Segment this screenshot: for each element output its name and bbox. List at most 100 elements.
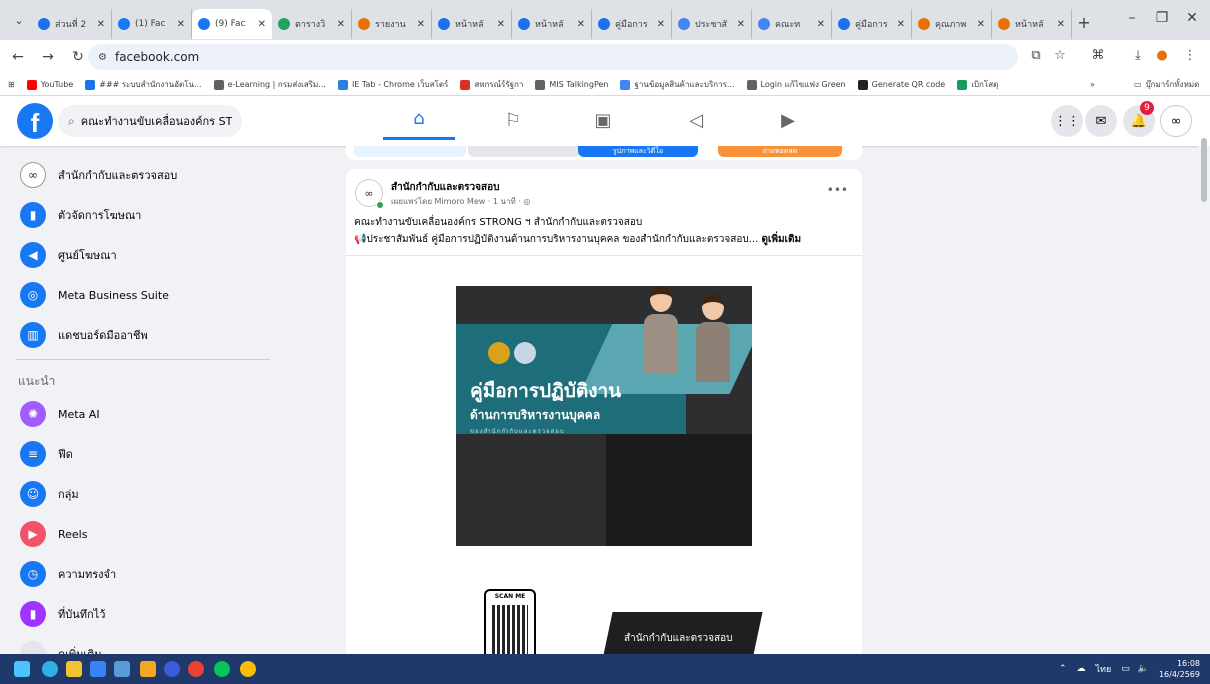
browser-tab[interactable]: หน้าหลั ✕ xyxy=(512,9,592,39)
browser-tab[interactable]: คณะท ✕ xyxy=(752,9,832,39)
post-image[interactable]: คู่มือการปฏิบัติงาน ด้านการบริหารงานบุคค… xyxy=(346,255,862,654)
download-icon[interactable]: ⤓ xyxy=(1128,48,1148,63)
bookmark-star-icon[interactable]: ☆ xyxy=(1050,48,1070,63)
input-language[interactable]: ไทย xyxy=(1096,662,1112,676)
bookmark-item[interactable]: YouTube xyxy=(26,78,73,91)
browser-tab[interactable]: รายงาน ✕ xyxy=(352,9,432,39)
page-scrollbar[interactable] xyxy=(1198,146,1210,654)
edge-icon[interactable] xyxy=(42,661,58,677)
bookmark-item[interactable]: ฐานข้อมูลสินค้าและบริการ... xyxy=(620,78,735,91)
tab-close-icon[interactable]: ✕ xyxy=(817,19,825,30)
nav-ads-tab[interactable]: ◁ xyxy=(660,100,732,140)
browser-tab[interactable]: คู่มือการ ✕ xyxy=(592,9,672,39)
story-stub-gray[interactable] xyxy=(468,146,580,157)
cloud-icon[interactable]: ☁ xyxy=(1077,664,1086,674)
chrome-menu-icon[interactable]: ⋮ xyxy=(1180,48,1200,63)
browser-tab[interactable]: ส่วนที่ 2 ✕ xyxy=(32,9,112,39)
tray-overflow-icon[interactable]: ⌃ xyxy=(1059,664,1067,674)
browser-tab[interactable]: หน้าหลั ✕ xyxy=(432,9,512,39)
facebook-logo[interactable]: f xyxy=(17,103,53,139)
tune-icon[interactable]: ⚙ xyxy=(98,52,107,63)
bookmark-item[interactable]: เบิกโสตุ xyxy=(957,78,998,91)
tab-close-icon[interactable]: ✕ xyxy=(577,19,585,30)
all-bookmarks-folder[interactable]: ▭ บุ๊กมาร์กทั้งหมด xyxy=(1134,78,1199,91)
post-options-button[interactable]: ••• xyxy=(827,183,848,197)
install-icon[interactable]: ⧉ xyxy=(1026,48,1046,63)
sidebar-item[interactable]: ≡ ฟีด xyxy=(8,436,288,472)
app-icon-6[interactable] xyxy=(164,661,180,677)
bookmark-item[interactable]: e-Learning | กรมส่งเสริม... xyxy=(213,78,326,91)
nav-flag-tab[interactable]: ⚐ xyxy=(477,100,549,140)
chrome-icon[interactable] xyxy=(188,661,204,677)
clock[interactable]: 16:08 16/4/2569 xyxy=(1159,658,1200,680)
browser-tab[interactable]: ตารางวิ ✕ xyxy=(272,9,352,39)
facebook-search[interactable]: ⌕ คณะทำงานขับเคลื่อนองค์กร ST xyxy=(58,105,242,137)
sidebar-item[interactable]: ▮ ที่บันทึกไว้ xyxy=(8,596,288,632)
file-explorer-icon[interactable] xyxy=(66,661,82,677)
sidebar-item[interactable]: ✺ Meta AI xyxy=(8,396,288,432)
browser-tab[interactable]: คุณภาพ ✕ xyxy=(912,9,992,39)
start-button[interactable] xyxy=(14,661,30,677)
nav-insights-tab[interactable]: ▣ xyxy=(567,100,639,140)
minimize-icon[interactable]: – xyxy=(1122,10,1142,26)
sidebar-item[interactable]: ∞ สำนักกำกับและตรวจสอบ xyxy=(8,157,288,193)
bookmark-item[interactable]: IE Tab - Chrome เว็บสโตร์ xyxy=(337,78,448,91)
back-icon[interactable]: ← xyxy=(6,49,30,65)
sidebar-item[interactable]: ▶ Reels xyxy=(8,516,288,552)
scrollbar-thumb[interactable] xyxy=(1201,138,1207,202)
tab-close-icon[interactable]: ✕ xyxy=(497,19,505,30)
browser-tab[interactable]: (1) Fac ✕ xyxy=(112,9,192,39)
tab-close-icon[interactable]: ✕ xyxy=(657,19,665,30)
app-icon-5[interactable] xyxy=(140,661,156,677)
address-url[interactable]: facebook.com xyxy=(115,50,199,64)
see-more-link[interactable]: ดูเพิ่มเติม xyxy=(761,234,801,245)
tab-close-icon[interactable]: ✕ xyxy=(737,19,745,30)
restore-icon[interactable]: ❐ xyxy=(1152,10,1172,26)
line-icon[interactable] xyxy=(214,661,230,677)
reload-icon[interactable]: ↻ xyxy=(66,49,90,65)
sidebar-item[interactable]: ◎ Meta Business Suite xyxy=(8,277,288,313)
tab-close-icon[interactable]: ✕ xyxy=(258,19,266,30)
new-tab-button[interactable]: + xyxy=(1072,13,1096,32)
extensions-icon[interactable]: ⌘ xyxy=(1088,48,1108,63)
messenger-button[interactable]: ✉ xyxy=(1085,105,1117,137)
profile-avatar[interactable]: ● xyxy=(1152,48,1172,63)
bookmark-item[interactable]: MIS TalkingPen xyxy=(535,78,608,91)
tab-close-icon[interactable]: ✕ xyxy=(97,19,105,30)
sidebar-item[interactable]: ▥ แดชบอร์ดมืออาชีพ xyxy=(8,317,288,353)
network-icon[interactable]: ▭ xyxy=(1121,664,1130,674)
bookmark-item[interactable]: ### ระบบสำนักงานอัตโน... xyxy=(85,78,202,91)
tab-close-icon[interactable]: ✕ xyxy=(1057,19,1065,30)
volume-icon[interactable]: 🔈 xyxy=(1138,664,1149,674)
browser-tab[interactable]: (9) Fac ✕ xyxy=(192,9,272,39)
address-bar[interactable]: ⚙ facebook.com xyxy=(88,44,1018,70)
nav-video-tab[interactable]: ▶ xyxy=(752,100,824,140)
bookmark-item[interactable]: สหกรณ์ร์รัฐกา xyxy=(460,78,523,91)
live-button[interactable]: ถ่ายทอดสด xyxy=(718,146,842,157)
browser-tab[interactable]: คู่มือการ ✕ xyxy=(832,9,912,39)
tab-close-icon[interactable]: ✕ xyxy=(417,19,425,30)
story-stub-left[interactable] xyxy=(354,146,466,157)
close-window-icon[interactable]: ✕ xyxy=(1182,10,1202,26)
sidebar-item[interactable]: ▮ ตัวจัดการโฆษณา xyxy=(8,197,288,233)
chrome-profile-icon[interactable] xyxy=(240,661,256,677)
app-icon-4[interactable] xyxy=(114,661,130,677)
bookmark-item[interactable]: Login แก้ไขแฟง Green xyxy=(746,78,846,91)
browser-tab[interactable]: ประชาสั ✕ xyxy=(672,9,752,39)
photo-video-button[interactable]: รูปภาพและวิดีโอ xyxy=(578,146,698,157)
tab-close-icon[interactable]: ✕ xyxy=(897,19,905,30)
bookmark-item[interactable]: Generate QR code xyxy=(857,78,945,91)
nav-home-tab[interactable]: ⌂ xyxy=(383,100,455,140)
bookmarks-overflow[interactable]: » xyxy=(1090,80,1095,89)
sidebar-item[interactable]: ◷ ความทรงจำ xyxy=(8,556,288,592)
post-page-name[interactable]: สำนักกำกับและตรวจสอบ xyxy=(391,180,499,195)
forward-icon[interactable]: → xyxy=(36,49,60,65)
page-profile-button[interactable]: ∞ xyxy=(1160,105,1192,137)
tab-search-icon[interactable]: ⌄ xyxy=(6,7,32,33)
tab-close-icon[interactable]: ✕ xyxy=(977,19,985,30)
tab-close-icon[interactable]: ✕ xyxy=(337,19,345,30)
sidebar-item[interactable]: ⌄ ดูเพิ่มเติม xyxy=(8,636,288,654)
apps-grid-icon[interactable]: ⊞ xyxy=(8,80,15,89)
search-input[interactable]: คณะทำงานขับเคลื่อนองค์กร ST xyxy=(81,112,233,130)
tab-close-icon[interactable]: ✕ xyxy=(177,19,185,30)
